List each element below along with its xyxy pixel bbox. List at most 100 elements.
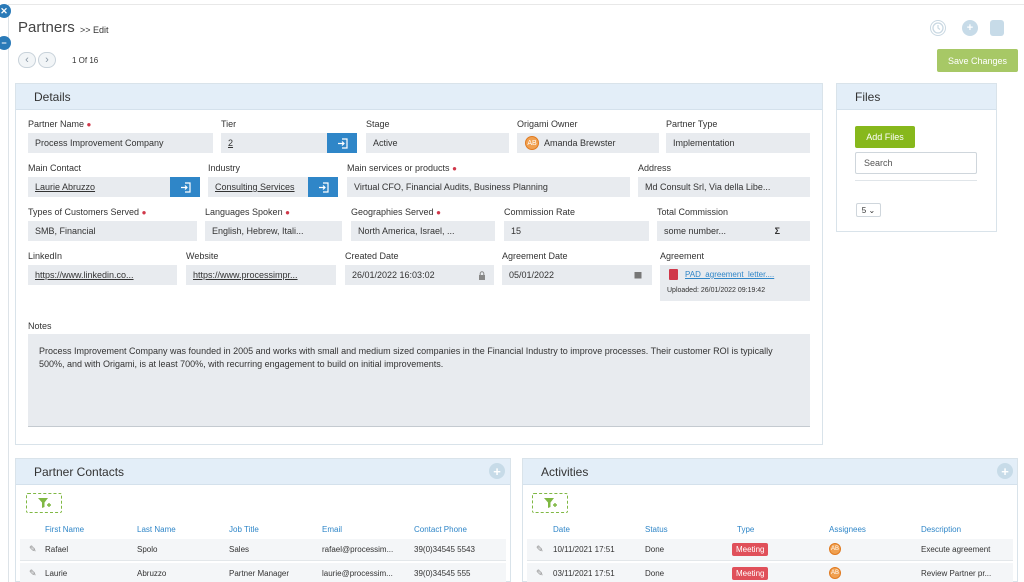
geographies-field[interactable]: North America, Israel, ... <box>351 221 495 241</box>
notes-field[interactable]: Process Improvement Company was founded … <box>28 334 810 427</box>
table-row[interactable]: ✎ Rafael Spolo Sales rafael@processim...… <box>20 539 506 561</box>
filter-icon <box>38 498 51 508</box>
industry-label: Industry <box>208 163 241 173</box>
col-last-name[interactable]: Last Name <box>137 525 176 534</box>
more-icon[interactable] <box>990 20 1004 36</box>
address-field[interactable]: Md Consult Srl, Via della Libe... <box>638 177 810 197</box>
cell-email: rafael@processim... <box>322 545 394 554</box>
col-assignees[interactable]: Assignees <box>829 525 866 534</box>
activities-title: Activities <box>541 464 589 479</box>
website-field[interactable]: https://www.processimpr... <box>186 265 336 285</box>
col-job-title[interactable]: Job Title <box>229 525 259 534</box>
chevron-down-icon: ⌄ <box>868 205 876 215</box>
col-email[interactable]: Email <box>322 525 342 534</box>
add-icon[interactable]: + <box>962 20 978 36</box>
col-description[interactable]: Description <box>921 525 961 534</box>
agreement-date-label: Agreement Date <box>502 251 568 261</box>
activities-header: Activities <box>523 459 1017 485</box>
cell-last-name: Abruzzo <box>137 569 167 578</box>
agreement-date-field[interactable]: 05/01/2022 <box>502 265 652 285</box>
lock-icon <box>479 270 485 280</box>
agreement-file-link[interactable]: PAD_agreement_letter.... <box>685 270 774 279</box>
col-date[interactable]: Date <box>553 525 570 534</box>
linkedin-link[interactable]: https://www.linkedin.co... <box>35 270 134 280</box>
main-contact-open-button[interactable] <box>170 177 200 197</box>
main-contact-label: Main Contact <box>28 163 82 173</box>
chevron-left-icon: ‹ <box>25 54 29 66</box>
types-of-customers-field[interactable]: SMB, Financial <box>28 221 197 241</box>
edit-icon[interactable]: ✎ <box>29 544 37 555</box>
col-contact-phone[interactable]: Contact Phone <box>414 525 467 534</box>
agreement-field: PAD_agreement_letter.... Uploaded: 26/01… <box>660 265 810 301</box>
languages-field[interactable]: English, Hebrew, Itali... <box>205 221 342 241</box>
partner-type-field[interactable]: Implementation <box>666 133 810 153</box>
previous-record-button[interactable]: ‹ <box>18 52 36 68</box>
industry-value[interactable]: Consulting Services <box>215 182 295 192</box>
next-record-button[interactable]: › <box>38 52 56 68</box>
stage-field[interactable]: Active <box>366 133 509 153</box>
created-date-label: Created Date <box>345 251 399 261</box>
partner-contacts-header: Partner Contacts <box>16 459 510 485</box>
tier-value[interactable]: 2 <box>228 138 233 148</box>
edit-icon[interactable]: ✎ <box>536 544 544 555</box>
linkedin-field[interactable]: https://www.linkedin.co... <box>28 265 177 285</box>
edit-icon[interactable]: ✎ <box>536 568 544 579</box>
cell-email: laurie@processim... <box>322 569 393 578</box>
origami-owner-field[interactable]: AB Amanda Brewster <box>517 133 659 153</box>
sum-icon: Σ <box>774 226 780 236</box>
industry-field[interactable]: Consulting Services <box>208 177 308 197</box>
table-row[interactable]: ✎ 03/11/2021 17:51 Done Meeting AB Revie… <box>527 563 1013 582</box>
save-changes-button[interactable]: Save Changes <box>937 49 1018 72</box>
col-type[interactable]: Type <box>737 525 754 534</box>
linkedin-label: LinkedIn <box>28 251 63 261</box>
website-link[interactable]: https://www.processimpr... <box>193 270 298 280</box>
commission-rate-label: Commission Rate <box>504 207 576 217</box>
cell-status: Done <box>645 545 665 554</box>
cell-last-name: Spolo <box>137 545 158 554</box>
partner-type-label: Partner Type <box>666 119 718 129</box>
page-size-value: 5 <box>861 205 867 215</box>
partner-contacts-title: Partner Contacts <box>34 464 125 479</box>
cell-description: Execute agreement <box>921 545 991 554</box>
partner-name-field[interactable]: Process Improvement Company <box>28 133 213 153</box>
chevron-right-icon: › <box>45 54 49 66</box>
col-status[interactable]: Status <box>645 525 668 534</box>
tier-field[interactable]: 2 <box>221 133 327 153</box>
main-services-field[interactable]: Virtual CFO, Financial Audits, Business … <box>347 177 630 197</box>
main-contact-field[interactable]: Laurie Abruzzo <box>28 177 170 197</box>
cell-job-title: Partner Manager <box>229 569 290 578</box>
industry-open-button[interactable] <box>308 177 338 197</box>
types-of-customers-label: Types of Customers Served ● <box>28 207 147 217</box>
table-row[interactable]: ✎ Laurie Abruzzo Partner Manager laurie@… <box>20 563 506 582</box>
files-search-input[interactable]: Search <box>855 152 977 174</box>
tier-label: Tier <box>221 119 237 129</box>
avatar: AB <box>829 543 841 555</box>
total-commission-field[interactable]: some number... Σ <box>657 221 810 241</box>
geographies-label: Geographies Served ● <box>351 207 441 217</box>
table-row[interactable]: ✎ 10/11/2021 17:51 Done Meeting AB Execu… <box>527 539 1013 561</box>
calendar-icon[interactable] <box>634 271 642 279</box>
add-contact-icon[interactable]: + <box>489 463 505 479</box>
type-badge: Meeting <box>732 567 769 580</box>
avatar: AB <box>525 136 539 150</box>
cell-status: Done <box>645 569 665 578</box>
type-badge: Meeting <box>732 543 769 556</box>
filter-button[interactable] <box>532 493 568 513</box>
add-files-button[interactable]: Add Files <box>855 126 915 148</box>
details-header: Details <box>16 84 822 110</box>
cell-job-title: Sales <box>229 545 250 554</box>
cell-phone: 39(0)34545 555 <box>414 569 471 578</box>
col-first-name[interactable]: First Name <box>45 525 84 534</box>
page-size-select[interactable]: 5 ⌄ <box>856 203 881 217</box>
created-date-value: 26/01/2022 16:03:02 <box>352 270 435 280</box>
history-icon[interactable] <box>930 20 946 36</box>
commission-rate-field[interactable]: 15 <box>504 221 649 241</box>
cell-date: 10/11/2021 17:51 <box>553 545 615 554</box>
filter-button[interactable] <box>26 493 62 513</box>
agreement-uploaded: Uploaded: 26/01/2022 09:19:42 <box>667 287 766 294</box>
edit-icon[interactable]: ✎ <box>29 568 37 579</box>
tier-open-button[interactable] <box>327 133 357 153</box>
filter-icon <box>544 498 557 508</box>
add-activity-icon[interactable]: + <box>997 463 1013 479</box>
main-contact-value[interactable]: Laurie Abruzzo <box>35 182 95 192</box>
